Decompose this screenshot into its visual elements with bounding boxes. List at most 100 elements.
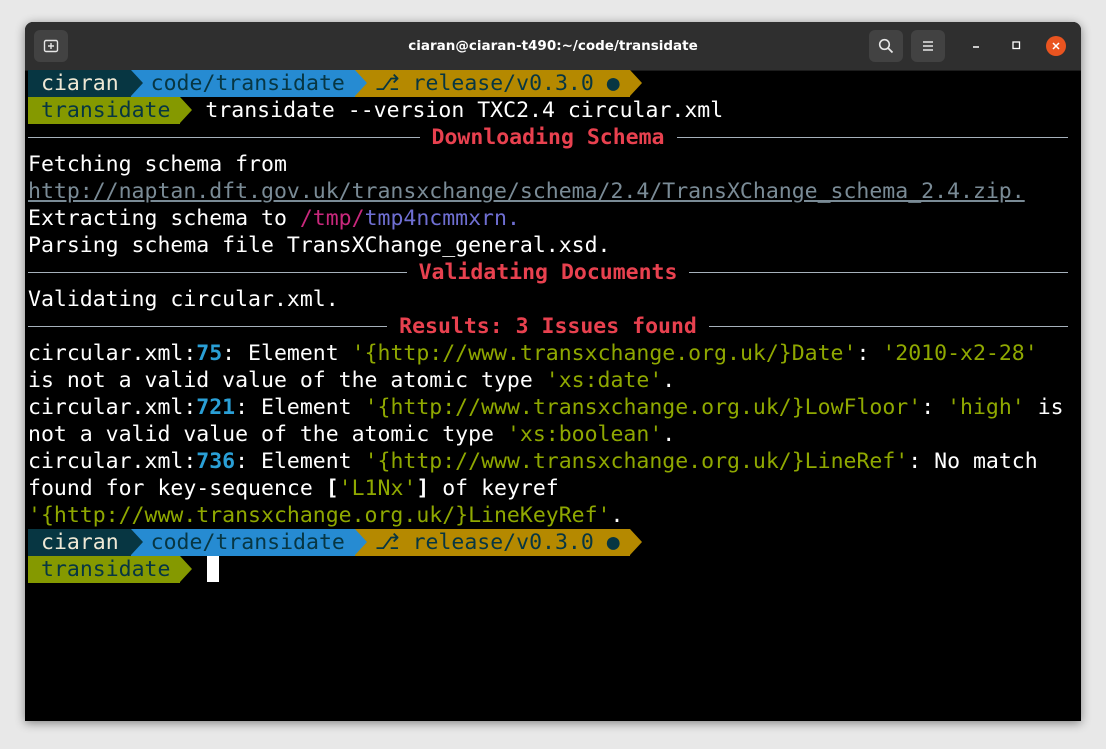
issue-type: 'xs:boolean' [506, 422, 663, 447]
rule-left [28, 272, 407, 273]
issue-bracket: [ [325, 476, 339, 501]
issue-text: not a valid value of the atomic type [28, 422, 507, 447]
prompt-line: ciaran code/transidate ⎇ release/v0.3.0 ● [28, 70, 1068, 97]
section-title-validating: Validating Documents [418, 260, 678, 285]
issue-text: . [610, 503, 624, 528]
issue-text: : No match [908, 449, 1038, 474]
segment-separator [354, 529, 367, 555]
prompt-path-segment: code/transidate [130, 529, 355, 556]
search-icon [878, 38, 894, 54]
issue-line: '{http://www.transxchange.org.uk/}LineKe… [28, 502, 1068, 529]
prompt-git-segment: ⎇ release/v0.3.0 ● [354, 529, 630, 556]
segment-separator [180, 556, 193, 582]
issue-key: 'L1Nx' [338, 476, 417, 501]
issue-file: circular.xml: [28, 395, 197, 420]
issue-text: : [921, 395, 948, 420]
rule-right [708, 326, 1068, 327]
terminal-window: ciaran@ciaran-t490:~/code/transidate cia… [25, 22, 1081, 721]
issue-type: 'xs:date' [545, 368, 663, 393]
prompt-venv-segment: transidate [28, 556, 181, 583]
prompt-venv-segment: transidate [28, 97, 181, 124]
section-rule-validating: Validating Documents [28, 259, 1069, 286]
tmp-dir: /tmp/ [299, 206, 365, 231]
prompt-line: ciaran code/transidate ⎇ release/v0.3.0 ● [28, 529, 1068, 556]
issue-value: '2010-x2-28' [882, 341, 1038, 366]
issue-text: : Element [235, 449, 365, 474]
command-line: transidate transidate --version TXC2.4 c… [28, 97, 1068, 124]
parsing-text: Parsing schema file TransXChange_general… [28, 233, 611, 258]
issue-file: circular.xml: [28, 449, 197, 474]
maximize-button[interactable] [1006, 36, 1026, 56]
section-title-downloading: Downloading Schema [431, 125, 665, 150]
minimize-button[interactable] [966, 36, 986, 56]
issue-line-number: 736 [196, 449, 236, 474]
new-tab-icon [43, 39, 59, 53]
schema-url-link[interactable]: http://naptan.dft.gov.uk/transxchange/sc… [28, 179, 1025, 204]
issue-bracket: ] [416, 476, 430, 501]
output-line: Extracting schema to /tmp/tmp4ncmmxrn. [28, 205, 1068, 232]
input-line[interactable]: transidate [28, 556, 1068, 583]
git-dirty-marker: ● [606, 71, 620, 96]
issue-line: circular.xml:721: Element '{http://www.t… [28, 394, 1068, 421]
rule-left [28, 326, 388, 327]
issue-element: '{http://www.transxchange.org.uk/}LineRe… [364, 449, 909, 474]
issue-line: circular.xml:736: Element '{http://www.t… [28, 448, 1068, 475]
fetching-text: Fetching schema from [28, 152, 287, 177]
issue-text: . [662, 422, 676, 447]
issue-line: circular.xml:75: Element '{http://www.tr… [28, 340, 1068, 367]
issue-file: circular.xml: [28, 341, 197, 366]
issue-line: not a valid value of the atomic type 'xs… [28, 421, 1068, 448]
issue-text: : Element [222, 341, 352, 366]
prompt-git-segment: ⎇ release/v0.3.0 ● [354, 70, 630, 97]
issue-line-number: 721 [196, 395, 236, 420]
section-rule-downloading: Downloading Schema [28, 124, 1068, 151]
terminal-output[interactable]: ciaran code/transidate ⎇ release/v0.3.0 ● … [28, 70, 1069, 718]
issue-text: found for key-sequence [28, 476, 326, 501]
git-branch-name: release/v0.3.0 [412, 530, 594, 555]
rule-right [676, 137, 1068, 138]
output-line: Parsing schema file TransXChange_general… [28, 232, 1068, 259]
issue-text: . [662, 368, 676, 393]
issue-text: is [1024, 395, 1064, 420]
issue-line-number: 75 [196, 341, 223, 366]
git-branch-icon: ⎇ [374, 530, 400, 555]
validating-text: Validating circular.xml. [28, 287, 339, 312]
issue-keyref: '{http://www.transxchange.org.uk/}LineKe… [28, 503, 611, 528]
search-button[interactable] [869, 30, 903, 62]
minimize-icon [973, 46, 979, 48]
issue-text: is not a valid value of the atomic type [28, 368, 546, 393]
issue-text: : Element [235, 395, 365, 420]
rule-right [689, 272, 1069, 273]
new-tab-button[interactable] [34, 30, 68, 62]
segment-separator [130, 529, 143, 555]
text-cursor[interactable] [207, 556, 220, 582]
menu-button[interactable] [911, 30, 945, 62]
issue-element: '{http://www.transxchange.org.uk/}LowFlo… [364, 395, 922, 420]
segment-separator [130, 70, 143, 96]
segment-separator [354, 70, 367, 96]
prompt-path-segment: code/transidate [130, 70, 355, 97]
command-text: transidate --version TXC2.4 circular.xml [205, 98, 724, 123]
issue-line: found for key-sequence ['L1Nx'] of keyre… [28, 475, 1068, 502]
output-line: Validating circular.xml. [28, 286, 1068, 313]
close-icon [1052, 42, 1060, 50]
hamburger-menu-icon [923, 41, 933, 51]
issue-line: is not a valid value of the atomic type … [28, 367, 1068, 394]
segment-separator [629, 70, 642, 96]
segment-separator [629, 529, 642, 555]
git-branch-icon: ⎇ [374, 71, 400, 96]
close-button[interactable] [1046, 36, 1066, 56]
title-bar[interactable]: ciaran@ciaran-t490:~/code/transidate [25, 22, 1081, 71]
section-title-results: Results: 3 Issues found [399, 314, 697, 339]
segment-separator [180, 97, 193, 123]
rule-left [28, 137, 420, 138]
tmp-name: tmp4ncmmxrn. [364, 206, 520, 231]
issue-value: 'high' [947, 395, 1025, 420]
issue-text: of keyref [429, 476, 559, 501]
prompt-user-segment: ciaran [28, 529, 131, 556]
maximize-icon [1012, 41, 1021, 50]
extracting-text: Extracting schema to [28, 206, 300, 231]
issue-text: : [856, 341, 883, 366]
git-branch-name: release/v0.3.0 [412, 71, 594, 96]
issue-element: '{http://www.transxchange.org.uk/}Date' [351, 341, 857, 366]
